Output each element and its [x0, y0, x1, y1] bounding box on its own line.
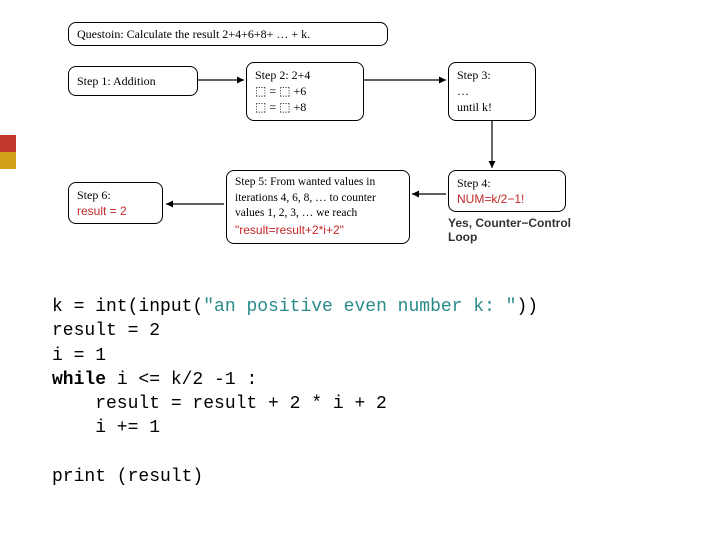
step2-box: Step 2: 2+4 ⬚ = ⬚ +6 ⬚ = ⬚ +8 [246, 62, 364, 121]
code-l4b: i <= k/2 -1 : [106, 370, 257, 390]
step5-expr: "result=result+2*i+2" [235, 223, 344, 237]
code-l2: result = 2 [52, 321, 160, 341]
step4-title: Step 4: [457, 176, 491, 190]
step6-title: Step 6: [77, 188, 111, 202]
step1-box: Step 1: Addition [68, 66, 198, 96]
code-l8: print (result) [52, 467, 203, 487]
code-l5: result = result + 2 * i + 2 [52, 394, 387, 414]
step6-line2: result = 2 [77, 204, 127, 218]
code-l6: i += 1 [52, 418, 160, 438]
step3-box: Step 3: … until k! [448, 62, 536, 121]
step3-title: Step 3: [457, 68, 491, 82]
code-block: k = int(input("an positive even number k… [52, 295, 538, 489]
code-l4-kw: while [52, 370, 106, 390]
step3-line3: until k! [457, 100, 492, 114]
slide-accent-bar [0, 135, 16, 169]
code-l1-str: "an positive even number k: " [203, 297, 516, 317]
step5-text: Step 5: From wanted values in iterations… [235, 176, 376, 219]
step2-line3: ⬚ = ⬚ +8 [255, 100, 306, 114]
step5-box: Step 5: From wanted values in iterations… [226, 170, 410, 244]
step3-line2: … [457, 84, 469, 98]
code-l3: i = 1 [52, 346, 106, 366]
step4-caption: Yes, Counter−Control Loop [448, 216, 588, 244]
step4-box: Step 4: NUM=k/2−1! [448, 170, 566, 212]
question-text: Questoin: Calculate the result 2+4+6+8+ … [77, 27, 310, 41]
code-l1c: )) [517, 297, 539, 317]
step1-title: Step 1: Addition [77, 74, 156, 88]
question-box: Questoin: Calculate the result 2+4+6+8+ … [68, 22, 388, 46]
code-l1a: k = int(input( [52, 297, 203, 317]
step2-line2: ⬚ = ⬚ +6 [255, 84, 306, 98]
step2-title: Step 2: 2+4 [255, 68, 310, 82]
step6-box: Step 6: result = 2 [68, 182, 163, 224]
flow-diagram: Questoin: Calculate the result 2+4+6+8+ … [60, 22, 680, 272]
step4-formula: NUM=k/2−1! [457, 192, 524, 206]
